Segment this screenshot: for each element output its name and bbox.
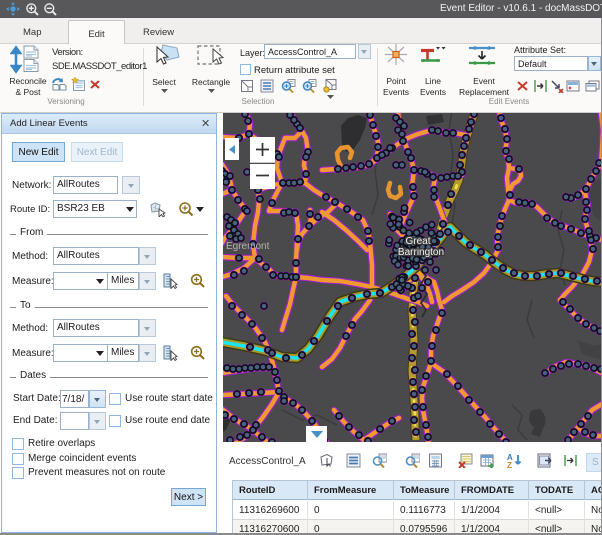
svg-text:Z: Z — [507, 461, 512, 468]
svg-text:Barrington: Barrington — [398, 247, 444, 258]
svg-text:Egremont: Egremont — [226, 241, 270, 252]
svg-text:Great: Great — [405, 236, 430, 247]
